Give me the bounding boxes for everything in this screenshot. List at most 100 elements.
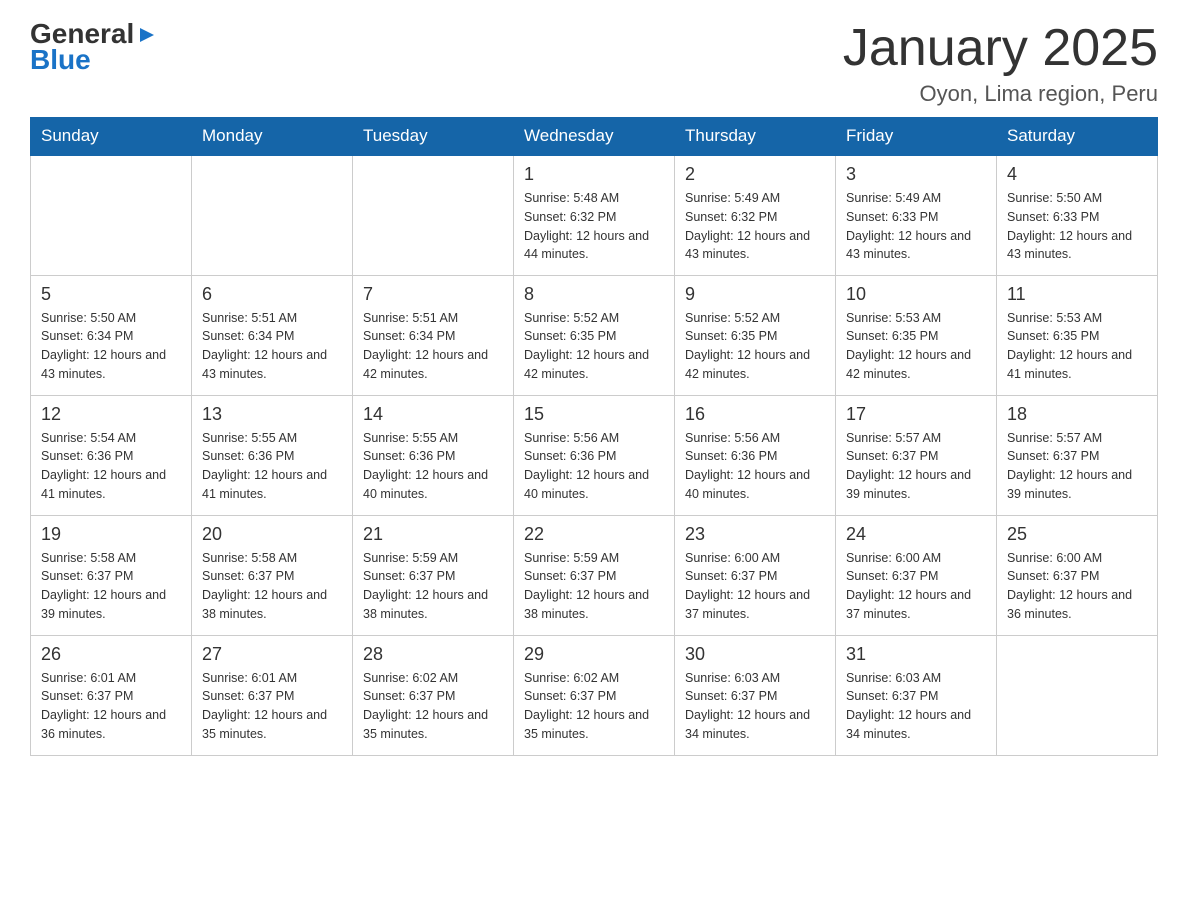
day-info: Sunrise: 6:02 AMSunset: 6:37 PMDaylight:… [524, 669, 664, 744]
day-info: Sunrise: 5:58 AMSunset: 6:37 PMDaylight:… [202, 549, 342, 624]
title-area: January 2025 Oyon, Lima region, Peru [843, 20, 1158, 107]
day-number: 12 [41, 404, 181, 425]
calendar-cell: 1 Sunrise: 5:48 AMSunset: 6:32 PMDaylight… [514, 155, 675, 275]
calendar-header-row: SundayMondayTuesdayWednesdayThursdayFrid… [31, 118, 1158, 156]
day-number: 25 [1007, 524, 1147, 545]
calendar-cell: 19 Sunrise: 5:58 AMSunset: 6:37 PMDayligh… [31, 515, 192, 635]
day-info: Sunrise: 5:49 AMSunset: 6:33 PMDaylight:… [846, 189, 986, 264]
day-number: 8 [524, 284, 664, 305]
day-info: Sunrise: 5:56 AMSunset: 6:36 PMDaylight:… [685, 429, 825, 504]
calendar-week-row: 5 Sunrise: 5:50 AMSunset: 6:34 PMDaylight… [31, 275, 1158, 395]
day-number: 3 [846, 164, 986, 185]
day-info: Sunrise: 5:50 AMSunset: 6:34 PMDaylight:… [41, 309, 181, 384]
day-info: Sunrise: 5:55 AMSunset: 6:36 PMDaylight:… [202, 429, 342, 504]
day-info: Sunrise: 5:53 AMSunset: 6:35 PMDaylight:… [1007, 309, 1147, 384]
day-number: 22 [524, 524, 664, 545]
day-number: 17 [846, 404, 986, 425]
calendar-cell [353, 155, 514, 275]
calendar-cell: 4Sunrise: 5:50 AMSunset: 6:33 PMDaylight… [997, 155, 1158, 275]
day-number: 19 [41, 524, 181, 545]
day-info: Sunrise: 6:00 AMSunset: 6:37 PMDaylight:… [1007, 549, 1147, 624]
calendar-cell: 25 Sunrise: 6:00 AMSunset: 6:37 PMDayligh… [997, 515, 1158, 635]
day-number: 6 [202, 284, 342, 305]
logo: General Blue [30, 20, 158, 74]
logo-text-blue: Blue [30, 46, 91, 74]
calendar-cell [31, 155, 192, 275]
day-number: 16 [685, 404, 825, 425]
day-number: 10 [846, 284, 986, 305]
calendar-header-thursday: Thursday [675, 118, 836, 156]
calendar-cell: 13 Sunrise: 5:55 AMSunset: 6:36 PMDayligh… [192, 395, 353, 515]
calendar-header-friday: Friday [836, 118, 997, 156]
day-number: 11 [1007, 284, 1147, 305]
logo-arrow-icon [136, 24, 158, 46]
day-number: 20 [202, 524, 342, 545]
day-info: Sunrise: 6:00 AMSunset: 6:37 PMDaylight:… [685, 549, 825, 624]
calendar-cell: 2Sunrise: 5:49 AMSunset: 6:32 PMDaylight… [675, 155, 836, 275]
calendar-cell: 29 Sunrise: 6:02 AMSunset: 6:37 PMDayligh… [514, 635, 675, 755]
day-info: Sunrise: 5:57 AMSunset: 6:37 PMDaylight:… [1007, 429, 1147, 504]
calendar-cell [192, 155, 353, 275]
calendar-cell: 9Sunrise: 5:52 AMSunset: 6:35 PMDaylight… [675, 275, 836, 395]
calendar-cell: 15 Sunrise: 5:56 AMSunset: 6:36 PMDayligh… [514, 395, 675, 515]
day-info: Sunrise: 6:01 AMSunset: 6:37 PMDaylight:… [202, 669, 342, 744]
calendar-header-monday: Monday [192, 118, 353, 156]
day-number: 13 [202, 404, 342, 425]
day-number: 5 [41, 284, 181, 305]
calendar-cell: 20 Sunrise: 5:58 AMSunset: 6:37 PMDayligh… [192, 515, 353, 635]
calendar-week-row: 12 Sunrise: 5:54 AMSunset: 6:36 PMDayligh… [31, 395, 1158, 515]
day-number: 15 [524, 404, 664, 425]
calendar-table: SundayMondayTuesdayWednesdayThursdayFrid… [30, 117, 1158, 756]
calendar-cell: 30 Sunrise: 6:03 AMSunset: 6:37 PMDayligh… [675, 635, 836, 755]
day-number: 7 [363, 284, 503, 305]
calendar-cell: 24Sunrise: 6:00 AMSunset: 6:37 PMDayligh… [836, 515, 997, 635]
day-number: 31 [846, 644, 986, 665]
day-info: Sunrise: 6:02 AMSunset: 6:37 PMDaylight:… [363, 669, 503, 744]
day-info: Sunrise: 6:03 AMSunset: 6:37 PMDaylight:… [685, 669, 825, 744]
day-number: 29 [524, 644, 664, 665]
day-info: Sunrise: 5:56 AMSunset: 6:36 PMDaylight:… [524, 429, 664, 504]
day-info: Sunrise: 5:53 AMSunset: 6:35 PMDaylight:… [846, 309, 986, 384]
month-title: January 2025 [843, 20, 1158, 77]
day-number: 1 [524, 164, 664, 185]
day-info: Sunrise: 5:55 AMSunset: 6:36 PMDaylight:… [363, 429, 503, 504]
calendar-cell: 16 Sunrise: 5:56 AMSunset: 6:36 PMDayligh… [675, 395, 836, 515]
day-info: Sunrise: 6:03 AMSunset: 6:37 PMDaylight:… [846, 669, 986, 744]
day-number: 2 [685, 164, 825, 185]
calendar-cell: 11 Sunrise: 5:53 AMSunset: 6:35 PMDayligh… [997, 275, 1158, 395]
day-number: 4 [1007, 164, 1147, 185]
calendar-cell: 8 Sunrise: 5:52 AMSunset: 6:35 PMDaylight… [514, 275, 675, 395]
day-info: Sunrise: 5:48 AMSunset: 6:32 PMDaylight:… [524, 189, 664, 264]
calendar-cell: 10 Sunrise: 5:53 AMSunset: 6:35 PMDayligh… [836, 275, 997, 395]
day-number: 21 [363, 524, 503, 545]
day-number: 27 [202, 644, 342, 665]
calendar-cell [997, 635, 1158, 755]
calendar-header-sunday: Sunday [31, 118, 192, 156]
location-title: Oyon, Lima region, Peru [843, 81, 1158, 107]
calendar-cell: 3 Sunrise: 5:49 AMSunset: 6:33 PMDaylight… [836, 155, 997, 275]
day-number: 26 [41, 644, 181, 665]
calendar-header-saturday: Saturday [997, 118, 1158, 156]
calendar-cell: 21Sunrise: 5:59 AMSunset: 6:37 PMDayligh… [353, 515, 514, 635]
day-info: Sunrise: 5:52 AMSunset: 6:35 PMDaylight:… [524, 309, 664, 384]
calendar-cell: 6 Sunrise: 5:51 AMSunset: 6:34 PMDaylight… [192, 275, 353, 395]
calendar-cell: 17Sunrise: 5:57 AMSunset: 6:37 PMDayligh… [836, 395, 997, 515]
day-number: 30 [685, 644, 825, 665]
day-number: 14 [363, 404, 503, 425]
calendar-week-row: 1 Sunrise: 5:48 AMSunset: 6:32 PMDaylight… [31, 155, 1158, 275]
day-info: Sunrise: 5:58 AMSunset: 6:37 PMDaylight:… [41, 549, 181, 624]
calendar-week-row: 19 Sunrise: 5:58 AMSunset: 6:37 PMDayligh… [31, 515, 1158, 635]
day-info: Sunrise: 5:59 AMSunset: 6:37 PMDaylight:… [524, 549, 664, 624]
calendar-header-wednesday: Wednesday [514, 118, 675, 156]
day-number: 23 [685, 524, 825, 545]
calendar-cell: 31 Sunrise: 6:03 AMSunset: 6:37 PMDayligh… [836, 635, 997, 755]
calendar-cell: 26 Sunrise: 6:01 AMSunset: 6:37 PMDayligh… [31, 635, 192, 755]
calendar-cell: 7Sunrise: 5:51 AMSunset: 6:34 PMDaylight… [353, 275, 514, 395]
day-info: Sunrise: 5:54 AMSunset: 6:36 PMDaylight:… [41, 429, 181, 504]
day-info: Sunrise: 6:01 AMSunset: 6:37 PMDaylight:… [41, 669, 181, 744]
calendar-week-row: 26 Sunrise: 6:01 AMSunset: 6:37 PMDayligh… [31, 635, 1158, 755]
day-info: Sunrise: 6:00 AMSunset: 6:37 PMDaylight:… [846, 549, 986, 624]
day-number: 18 [1007, 404, 1147, 425]
day-info: Sunrise: 5:52 AMSunset: 6:35 PMDaylight:… [685, 309, 825, 384]
day-info: Sunrise: 5:51 AMSunset: 6:34 PMDaylight:… [202, 309, 342, 384]
